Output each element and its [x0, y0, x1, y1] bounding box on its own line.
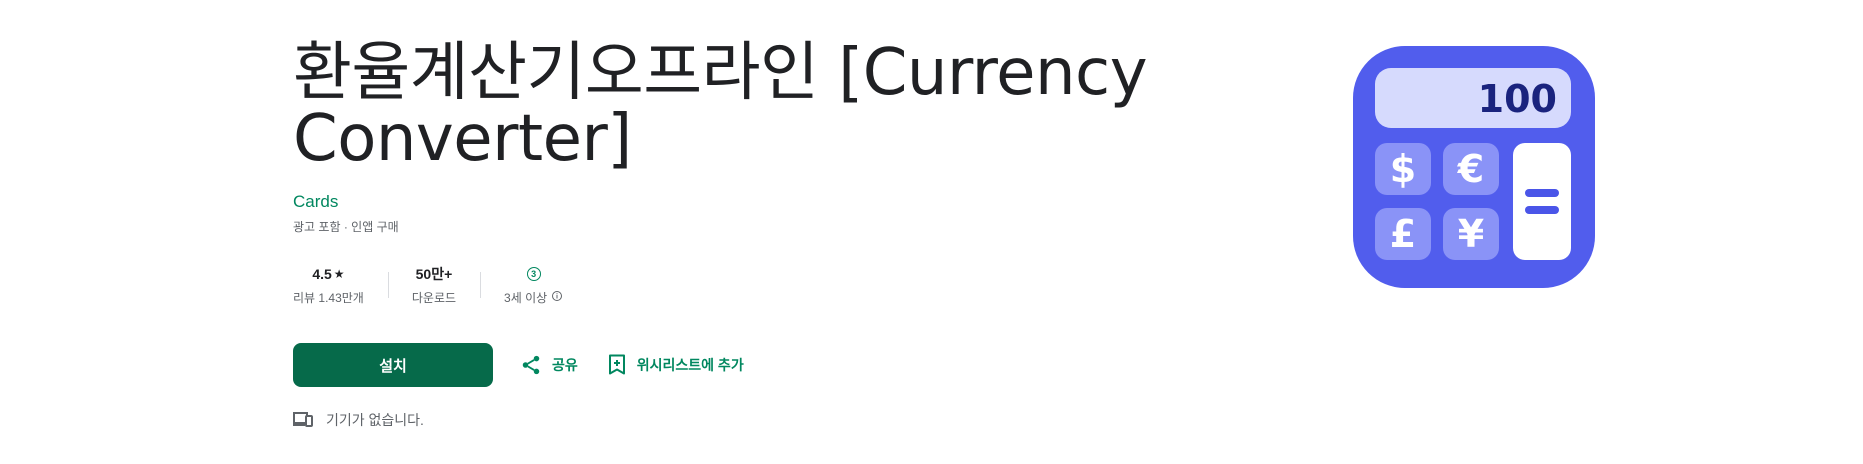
device-note-text: 기기가 없습니다.: [326, 412, 424, 428]
app-title: 환율계산기오프라인 [Currency Converter]: [293, 36, 1148, 176]
age-rating-stat[interactable]: 3 3세 이상: [480, 264, 587, 312]
app-header: 환율계산기오프라인 [Currency Converter] Cards 광고 …: [293, 36, 1148, 235]
downloads-stat: 50만+ 다운로드: [387, 264, 480, 312]
info-icon[interactable]: [551, 290, 563, 305]
wishlist-button[interactable]: 위시리스트에 추가: [605, 348, 746, 382]
devices-icon: [293, 411, 313, 430]
device-availability-note: 기기가 없습니다.: [293, 410, 424, 430]
rating-value-wrap: 4.5 ★: [312, 264, 344, 284]
app-title-line-2: Converter]: [293, 102, 632, 176]
downloads-label: 다운로드: [411, 291, 457, 305]
downloads-value: 50만+: [415, 266, 453, 282]
age-rating-label-wrap: 3세 이상: [504, 289, 563, 306]
ads-iap-info: 광고 포함 · 인앱 구매: [293, 220, 399, 234]
age-rating-value-wrap: 3: [526, 264, 541, 284]
install-button[interactable]: 설치: [293, 343, 493, 387]
bookmark-add-icon: [607, 354, 627, 376]
share-icon: [520, 354, 542, 376]
age-rating-badge-icon: 3: [526, 267, 541, 281]
rating-stat[interactable]: 4.5 ★ 리뷰 1.43만개: [293, 264, 388, 312]
icon-display-value: 100: [1478, 77, 1557, 121]
age-rating-label: 3세 이상: [504, 291, 548, 305]
svg-text:¥: ¥: [1458, 212, 1484, 256]
svg-text:€: €: [1457, 147, 1484, 191]
share-button[interactable]: 공유: [518, 348, 580, 382]
share-label: 공유: [552, 357, 578, 373]
stats-row: 4.5 ★ 리뷰 1.43만개 50만+ 다운로드 3 3세 이상: [293, 264, 587, 312]
wishlist-label: 위시리스트에 추가: [636, 357, 744, 373]
svg-text:£: £: [1390, 212, 1416, 256]
svg-text:$: $: [1390, 147, 1416, 191]
app-title-line-1: 환율계산기오프라인 [Currency: [293, 36, 1148, 110]
reviews-label: 리뷰 1.43만개: [293, 291, 364, 305]
action-row: 설치 공유 위시리스트에 추가: [293, 343, 746, 387]
star-icon: ★: [333, 267, 345, 281]
developer-link[interactable]: Cards: [293, 192, 338, 212]
app-icon: 100 $ € £ ¥: [1353, 46, 1595, 288]
rating-value: 4.5: [312, 266, 332, 282]
